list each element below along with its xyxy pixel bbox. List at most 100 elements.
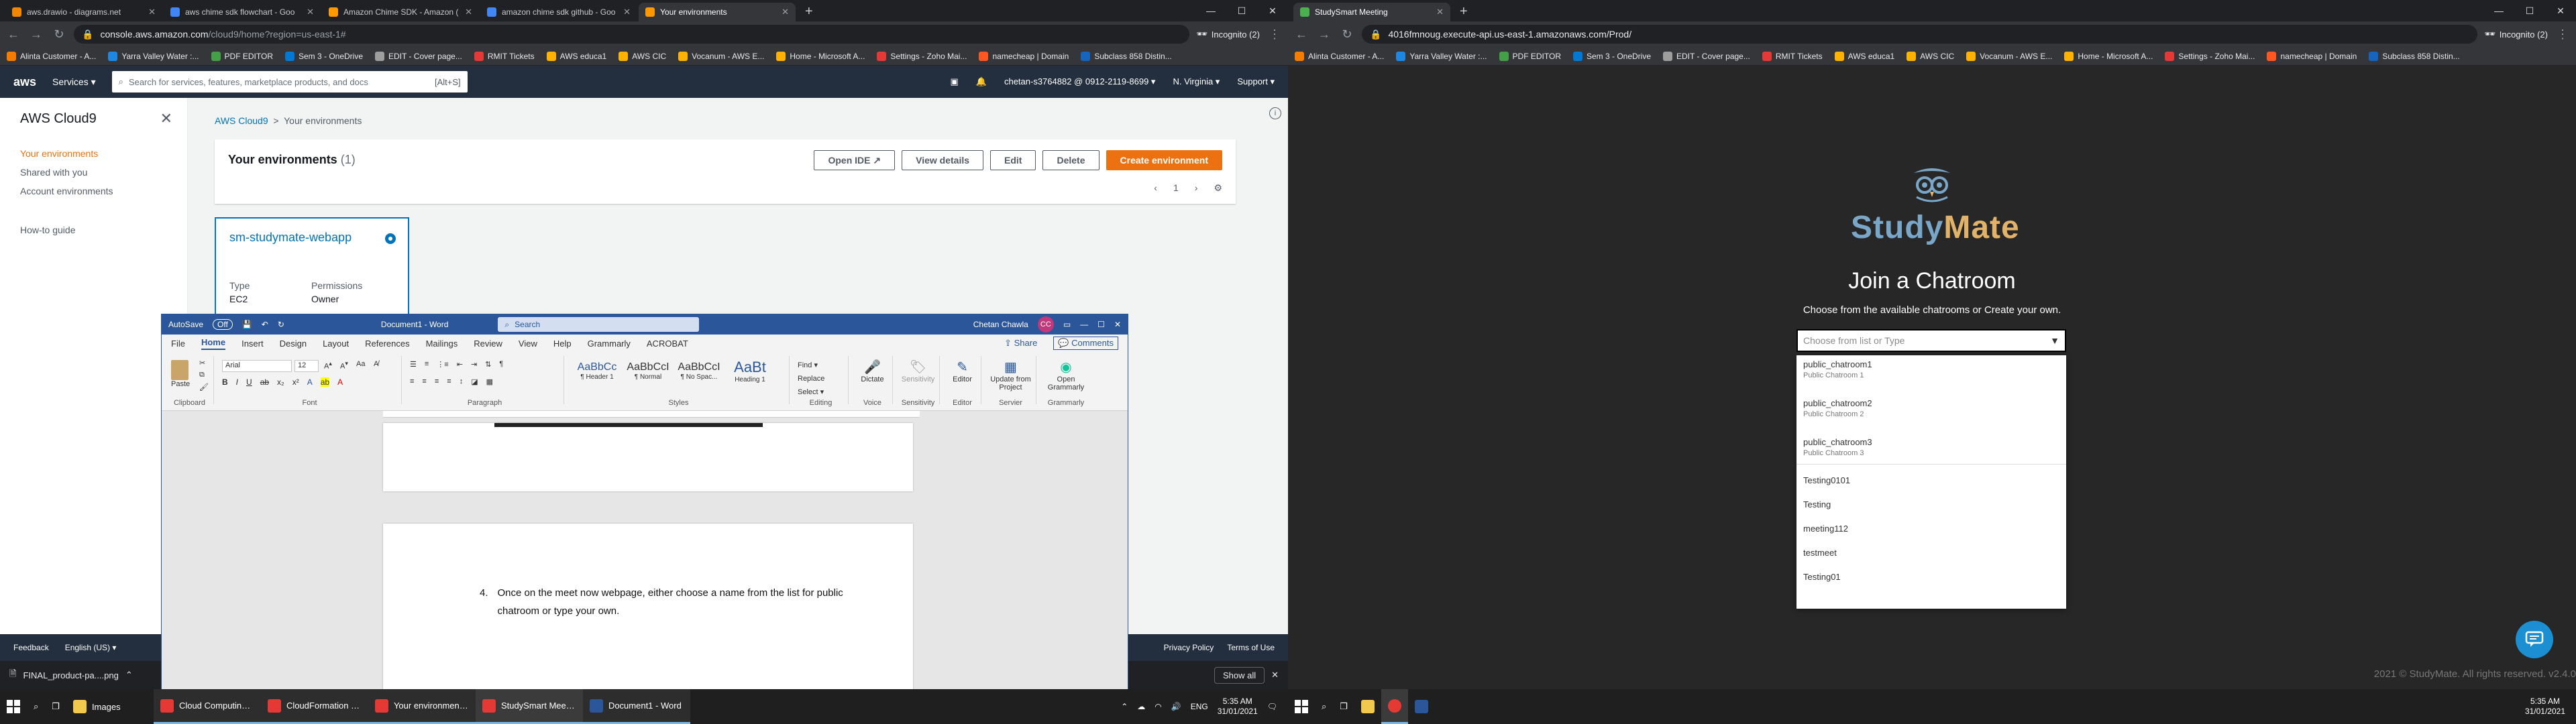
taskbar-app[interactable]: Your environments ... [368,689,476,724]
bookmark-item[interactable]: AWS CIC [619,51,666,61]
list-item[interactable]: public_chatroom2 Public Chatroom 2 [1796,394,2066,418]
search-icon[interactable]: ⌕ [27,689,45,724]
notifications-icon[interactable]: 🗨 [1267,702,1277,711]
bookmark-item[interactable]: RMIT Tickets [1762,51,1823,61]
bookmark-item[interactable]: Sem 3 - OneDrive [1572,51,1651,61]
tab-help[interactable]: Help [553,339,572,349]
bookmark-item[interactable]: namecheap | Domain [979,51,1069,61]
info-icon[interactable]: i [1269,107,1281,119]
wifi-icon[interactable]: ◠ [1155,702,1161,711]
close-window-icon[interactable]: ✕ [1114,320,1121,329]
sidebar-item-your-environments[interactable]: Your environments [0,144,187,163]
avatar[interactable]: CC [1037,316,1054,333]
bookmark-item[interactable]: Alinta Customer - A... [7,51,96,61]
open-ide-button[interactable]: Open IDE ↗ [814,150,896,170]
list-item[interactable]: Testing [1796,493,2066,517]
word-icon[interactable] [1408,689,1435,724]
bookmark-item[interactable]: Yarra Valley Water :... [108,51,199,61]
change-case-icon[interactable]: Aa [356,360,365,368]
incognito-indicator[interactable]: 🕶 Incognito (2) [1196,29,1260,40]
page-number[interactable]: 1 [1173,182,1179,194]
bullets-icon[interactable]: ☰ [410,360,417,369]
font-size-select[interactable]: 12 [294,360,319,372]
replace-button[interactable]: Replace [798,372,824,385]
tab-home[interactable]: Home [201,337,226,350]
style-normal[interactable]: AaBbCcI ¶ Normal [623,359,673,391]
multilevel-icon[interactable]: ⋮≡ [437,360,448,369]
environment-name[interactable]: sm-studymate-webapp [229,231,352,245]
grow-font-icon[interactable]: A▴ [324,360,332,371]
editor-button[interactable]: ✎ Editor [944,356,981,383]
close-tab-icon[interactable]: ✕ [148,7,156,17]
increase-indent-icon[interactable]: ⇥ [471,360,477,369]
edit-button[interactable]: Edit [990,150,1036,170]
back-icon[interactable]: ← [5,27,21,42]
bookmark-item[interactable]: Subclass 858 Distin... [1081,51,1172,61]
underline-icon[interactable]: U [246,377,252,387]
browser-tab[interactable]: aws.drawio - diagrams.net ✕ [5,3,162,21]
cut-icon[interactable]: ✂ [199,359,205,367]
decrease-indent-icon[interactable]: ⇤ [457,360,463,369]
maximize-icon[interactable]: ☐ [2514,0,2545,21]
search-icon[interactable]: ⌕ [1315,689,1333,724]
superscript-icon[interactable]: x² [292,377,299,387]
tab-review[interactable]: Review [474,339,502,349]
start-button[interactable] [1288,689,1315,724]
close-tab-icon[interactable]: ✕ [782,7,789,17]
text-effects-icon[interactable]: A [307,377,313,387]
minimize-icon[interactable]: — [1195,0,1226,21]
bookmark-item[interactable]: Home - Microsoft A... [776,51,865,61]
download-item[interactable]: FINAL_product-pa....png [23,670,118,680]
close-tab-icon[interactable]: ✕ [307,7,314,17]
justify-icon[interactable]: ≡ [447,377,451,386]
bell-icon[interactable]: 🔔 [976,76,987,87]
file-explorer-icon[interactable] [1354,689,1381,724]
chevron-down-icon[interactable]: ▼ [2050,335,2059,346]
subscript-icon[interactable]: x₂ [277,377,284,387]
taskbar-app[interactable]: StudySmart Meetin... [475,689,583,724]
list-item[interactable]: public_chatroom3 Public Chatroom 3 [1796,433,2066,457]
save-icon[interactable]: 💾 [242,320,252,329]
forward-icon[interactable]: → [1316,27,1332,42]
numbering-icon[interactable]: ≡ [425,360,429,369]
select-button[interactable]: Select ▾ [798,385,824,399]
bookmark-item[interactable]: Settings - Zoho Mai... [877,51,967,61]
close-tab-icon[interactable]: ✕ [1436,7,1444,17]
undo-icon[interactable]: ↶ [262,320,268,329]
font-name-select[interactable]: Arial [222,360,292,372]
clock[interactable]: 5:35 AM 31/01/2021 [1218,697,1258,717]
browser-tab[interactable]: amazon chime sdk github - Goo ✕ [480,3,637,21]
sensitivity-button[interactable]: 🏷 Sensitivity [897,356,939,383]
comments-button[interactable]: 💬 Comments [1053,337,1118,350]
bookmark-item[interactable]: AWS CIC [1907,51,1954,61]
tab-layout[interactable]: Layout [323,339,349,349]
horizontal-ruler[interactable] [383,411,920,418]
tab-acrobat[interactable]: ACROBAT [647,339,688,349]
bookmark-item[interactable]: PDF EDITOR [211,51,273,61]
bookmark-item[interactable]: Home - Microsoft A... [2064,51,2153,61]
taskbar-app[interactable]: Cloud Computing ... [153,689,261,724]
chevron-up-icon[interactable]: ⌃ [125,670,133,680]
bookmark-item[interactable]: Settings - Zoho Mai... [2165,51,2255,61]
aws-logo[interactable]: aws [13,75,36,89]
language-select[interactable]: English (US) ▾ [65,643,117,652]
support-menu[interactable]: Support ▾ [1237,76,1275,87]
bookmark-item[interactable]: EDIT - Cover page... [375,51,462,61]
bookmark-item[interactable]: Vocanum - AWS E... [678,51,764,61]
tab-file[interactable]: File [171,339,185,349]
back-icon[interactable]: ← [1293,27,1309,42]
redo-icon[interactable]: ↻ [278,320,284,329]
maximize-icon[interactable]: ☐ [1226,0,1257,21]
autosave-toggle[interactable]: Off [213,319,233,330]
align-right-icon[interactable]: ≡ [435,377,439,386]
taskbar-app[interactable]: Document1 - Word [582,689,690,724]
open-grammarly-button[interactable]: ◉ Open Grammarly [1040,356,1091,391]
close-window-icon[interactable]: ✕ [1257,0,1288,21]
tab-grammarly[interactable]: Grammarly [588,339,631,349]
services-menu[interactable]: Services ▾ [52,76,96,88]
document-page[interactable]: 4. Once on the meet now webpage, either … [383,524,913,698]
url-field[interactable]: 🔒 4016fmnoug.execute-api.us-east-1.amazo… [1362,25,2478,44]
account-menu[interactable]: chetan-s3764882 @ 0912-2119-8699 ▾ [1004,76,1155,87]
reload-icon[interactable]: ↻ [51,27,67,42]
close-window-icon[interactable]: ✕ [2545,0,2576,21]
